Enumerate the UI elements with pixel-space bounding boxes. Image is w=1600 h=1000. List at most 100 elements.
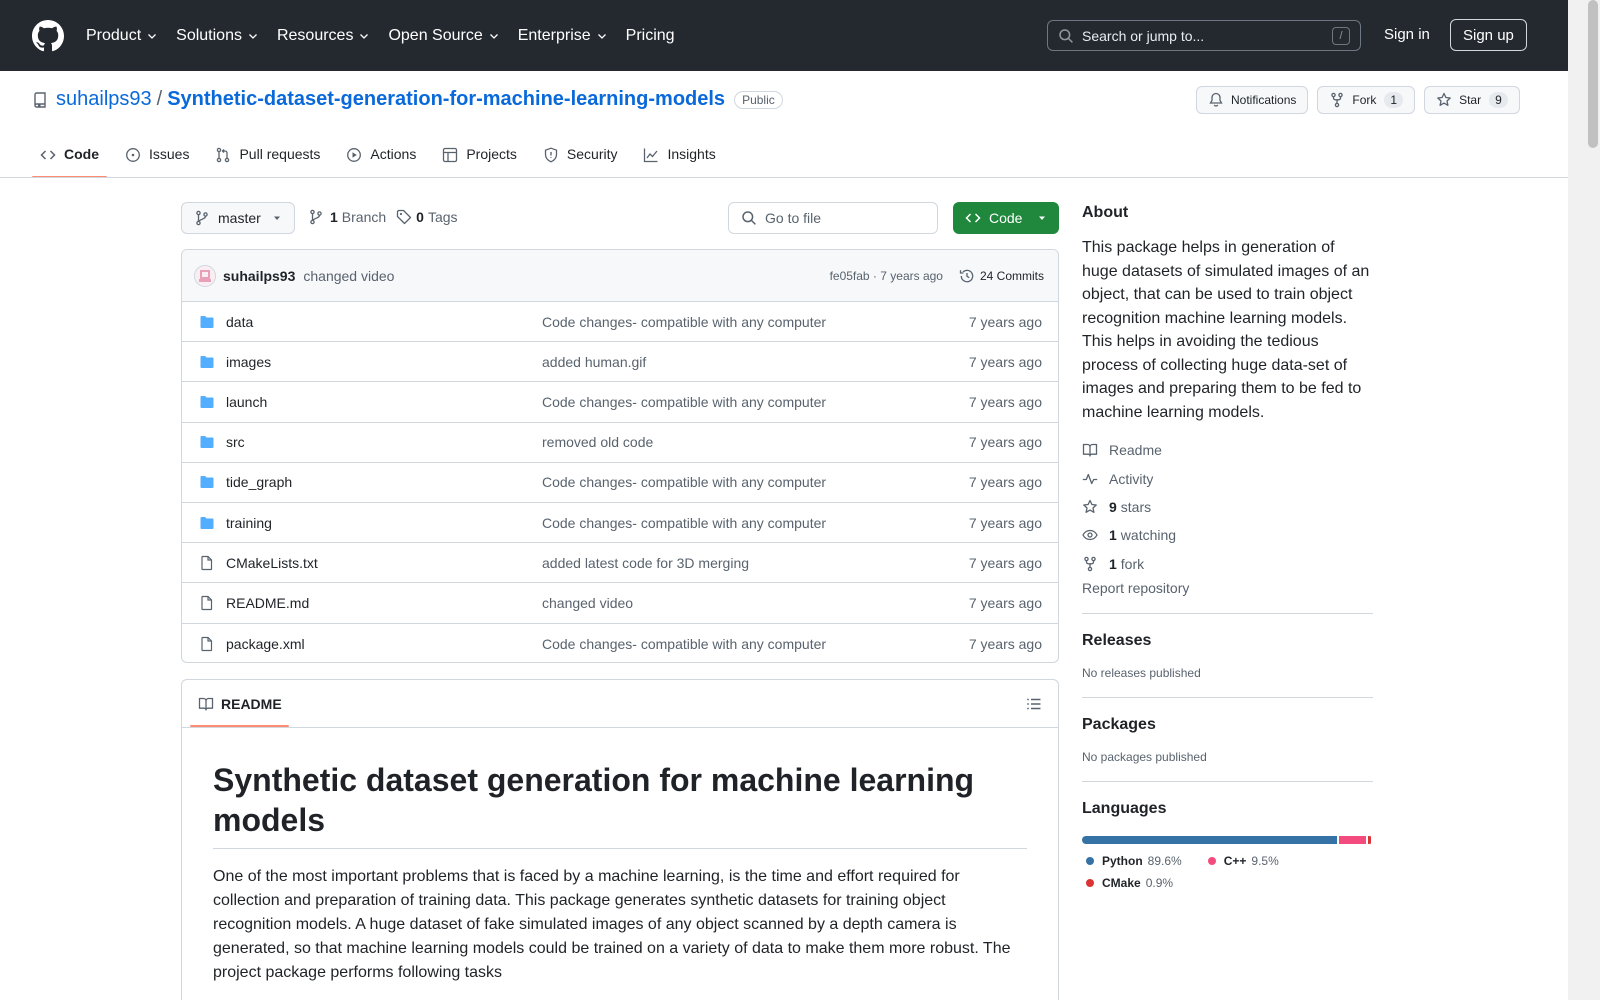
folder-icon bbox=[198, 474, 216, 490]
file-name-link[interactable]: README.md bbox=[226, 595, 542, 611]
tab-pull-requests[interactable]: Pull requests bbox=[207, 136, 328, 178]
fork-icon bbox=[1329, 92, 1345, 108]
file-commit-date: 7 years ago bbox=[968, 514, 1042, 531]
about-description: This package helps in generation of huge… bbox=[1082, 239, 1370, 421]
commits-history-link[interactable]: 24 Commits bbox=[959, 268, 1044, 284]
nav-solutions[interactable]: Solutions bbox=[176, 27, 259, 45]
nav-enterprise[interactable]: Enterprise bbox=[518, 27, 608, 45]
file-commit-message[interactable]: changed video bbox=[542, 595, 969, 611]
file-name-link[interactable]: package.xml bbox=[226, 636, 542, 652]
star-button[interactable]: Star 9 bbox=[1424, 86, 1520, 114]
commit-message-link[interactable]: changed video bbox=[303, 268, 829, 284]
notifications-button[interactable]: Notifications bbox=[1196, 86, 1309, 114]
language-item[interactable]: CMake 0.9% bbox=[1082, 876, 1173, 890]
repo-owner-link[interactable]: suhailps93 bbox=[56, 88, 152, 111]
readme-title: Synthetic dataset generation for machine… bbox=[213, 760, 1027, 849]
caret-down-icon bbox=[272, 213, 282, 223]
file-commit-message[interactable]: added latest code for 3D merging bbox=[542, 555, 969, 571]
language-item[interactable]: C++ 9.5% bbox=[1204, 854, 1279, 868]
file-row[interactable]: data Code changes- compatible with any co… bbox=[182, 302, 1058, 343]
packages-empty: No packages published bbox=[1082, 750, 1207, 765]
branch-select-button[interactable]: master bbox=[181, 202, 295, 234]
readme-tab-label: README bbox=[221, 695, 282, 712]
tab-security[interactable]: Security bbox=[535, 136, 626, 178]
file-row[interactable]: CMakeLists.txt added latest code for 3D m… bbox=[182, 543, 1058, 584]
file-commit-message[interactable]: Code changes- compatible with any comput… bbox=[542, 314, 969, 330]
forks-link[interactable]: 1 fork bbox=[1082, 550, 1373, 578]
file-row[interactable]: training Code changes- compatible with an… bbox=[182, 503, 1058, 544]
file-name-link[interactable]: training bbox=[226, 515, 542, 531]
repo-sidebar: About This package helps in generation o… bbox=[1082, 204, 1373, 898]
tab-projects[interactable]: Projects bbox=[434, 136, 525, 178]
stars-link[interactable]: 9 stars bbox=[1082, 493, 1373, 521]
scrollbar-thumb[interactable] bbox=[1588, 0, 1598, 148]
search-icon bbox=[1058, 28, 1074, 44]
readme-tab[interactable]: README bbox=[198, 680, 282, 728]
file-row[interactable]: launch Code changes- compatible with any … bbox=[182, 382, 1058, 423]
code-dropdown-button[interactable]: Code bbox=[953, 202, 1059, 234]
file-commit-message[interactable]: removed old code bbox=[542, 434, 969, 450]
file-commit-message[interactable]: Code changes- compatible with any comput… bbox=[542, 515, 969, 531]
tab-code[interactable]: Code bbox=[32, 136, 107, 178]
nav-resources[interactable]: Resources bbox=[277, 27, 370, 45]
repo-title: suhailps93 / Synthetic-dataset-generatio… bbox=[32, 88, 783, 111]
nav-product[interactable]: Product bbox=[86, 27, 158, 45]
star-icon bbox=[1436, 92, 1452, 108]
packages-heading[interactable]: Packages bbox=[1082, 716, 1373, 734]
releases-heading[interactable]: Releases bbox=[1082, 632, 1373, 650]
file-commit-message[interactable]: Code changes- compatible with any comput… bbox=[542, 394, 969, 410]
file-name-link[interactable]: tide_graph bbox=[226, 474, 542, 490]
nav-pricing[interactable]: Pricing bbox=[626, 27, 675, 45]
file-row[interactable]: package.xml Code changes- compatible with… bbox=[182, 624, 1058, 663]
tag-count: 0 bbox=[416, 209, 424, 225]
tab-actions[interactable]: Actions bbox=[338, 136, 424, 178]
page-scrollbar[interactable] bbox=[1568, 0, 1600, 1000]
stars-count: 9 bbox=[1109, 499, 1117, 516]
file-row[interactable]: src removed old code 7 years ago bbox=[182, 423, 1058, 463]
global-search-input[interactable]: Search or jump to... / bbox=[1047, 20, 1361, 51]
tab-issues[interactable]: Issues bbox=[117, 136, 197, 178]
nav-open-source[interactable]: Open Source bbox=[388, 27, 499, 45]
language-percent: 0.9% bbox=[1145, 876, 1174, 891]
activity-link[interactable]: Activity bbox=[1082, 465, 1373, 493]
tab-label: Actions bbox=[370, 146, 417, 162]
language-name: CMake bbox=[1102, 876, 1141, 891]
fork-button[interactable]: Fork 1 bbox=[1317, 86, 1416, 114]
watching-link[interactable]: 1 watching bbox=[1082, 521, 1373, 549]
latest-commit: suhailps93 changed video fe05fab · 7 yea… bbox=[182, 250, 1058, 302]
language-color-dot bbox=[1086, 879, 1094, 888]
file-name-link[interactable]: launch bbox=[226, 394, 542, 410]
avatar[interactable] bbox=[194, 264, 216, 287]
file-row[interactable]: tide_graph Code changes- compatible with … bbox=[182, 463, 1058, 503]
book-icon bbox=[198, 696, 214, 712]
file-row[interactable]: README.md changed video 7 years ago bbox=[182, 583, 1058, 624]
report-repository-link[interactable]: Report repository bbox=[1082, 580, 1373, 596]
search-placeholder: Search or jump to... bbox=[1082, 27, 1205, 44]
github-logo-icon[interactable] bbox=[32, 19, 64, 52]
file-name-link[interactable]: CMakeLists.txt bbox=[226, 555, 542, 571]
list-icon[interactable] bbox=[1026, 696, 1042, 712]
about-heading: About bbox=[1082, 204, 1129, 221]
go-to-file-input[interactable]: Go to file bbox=[728, 202, 938, 234]
file-row[interactable]: images added human.gif 7 years ago bbox=[182, 342, 1058, 383]
file-name-link[interactable]: data bbox=[226, 314, 542, 330]
branches-link[interactable]: 1 Branch bbox=[308, 209, 386, 225]
tags-link[interactable]: 0 Tags bbox=[396, 209, 458, 225]
commit-hash-date[interactable]: fe05fab · 7 years ago bbox=[830, 269, 943, 283]
repo-name-link[interactable]: Synthetic-dataset-generation-for-machine… bbox=[167, 88, 725, 111]
tab-insights[interactable]: Insights bbox=[635, 136, 723, 178]
tab-label: Security bbox=[566, 146, 618, 162]
file-name-link[interactable]: src bbox=[226, 434, 542, 450]
file-commit-message[interactable]: added human.gif bbox=[542, 354, 969, 370]
chevron-down-icon bbox=[488, 30, 500, 42]
language-percent: 9.5% bbox=[1251, 854, 1279, 869]
commit-author-link[interactable]: suhailps93 bbox=[223, 268, 295, 284]
file-commit-message[interactable]: Code changes- compatible with any comput… bbox=[542, 474, 969, 490]
tab-label: Projects bbox=[466, 146, 517, 162]
language-item[interactable]: Python 89.6% bbox=[1082, 854, 1182, 868]
sign-up-button[interactable]: Sign up bbox=[1450, 19, 1527, 51]
file-commit-message[interactable]: Code changes- compatible with any comput… bbox=[542, 636, 969, 652]
file-name-link[interactable]: images bbox=[226, 354, 542, 370]
readme-link[interactable]: Readme bbox=[1082, 436, 1373, 464]
sign-in-link[interactable]: Sign in bbox=[1384, 26, 1430, 43]
